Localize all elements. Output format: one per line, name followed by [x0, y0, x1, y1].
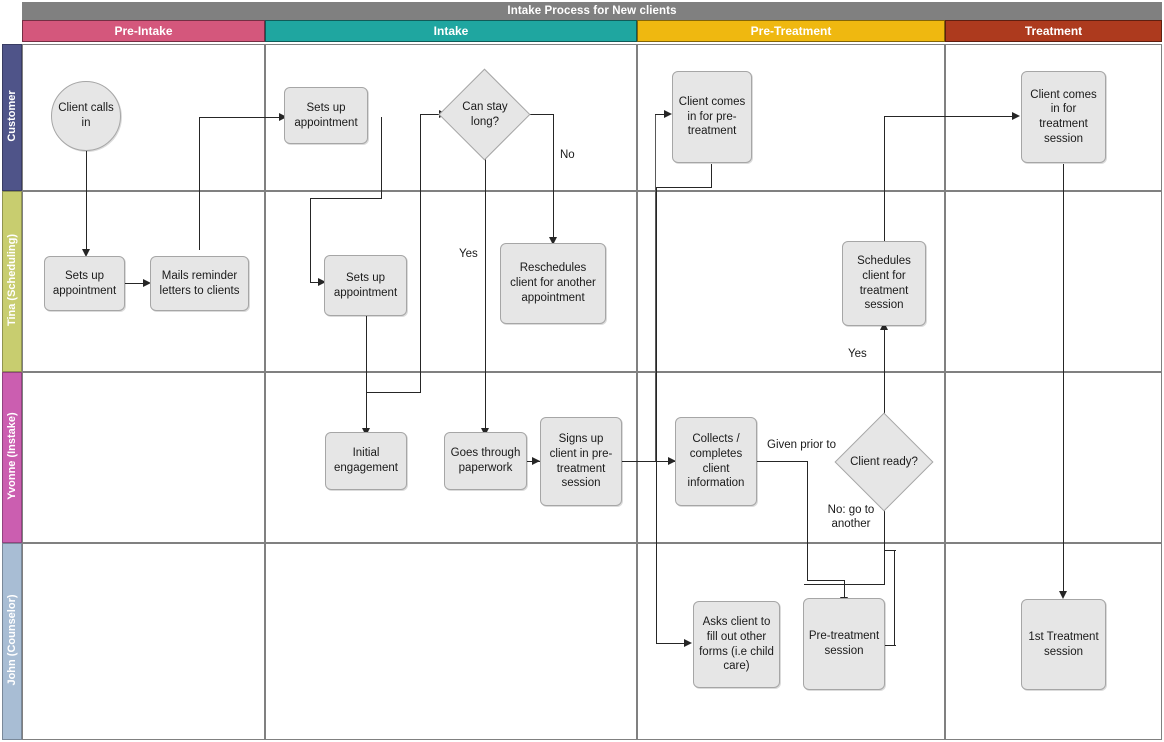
- connector-mails-right: [199, 117, 283, 119]
- edge-label-given-prior-to: Given prior to: [767, 439, 837, 451]
- lane-label: John (Counselor): [6, 593, 18, 686]
- connector-pts-up: [894, 550, 896, 646]
- phase-divider-3: [944, 44, 946, 740]
- node-reschedules-client[interactable]: Reschedules client for another appointme…: [500, 243, 606, 324]
- connector-pretreat-left: [656, 187, 712, 189]
- connector-canstay-no-down: [553, 114, 555, 238]
- lane-label: Tina (Scheduling): [6, 233, 18, 326]
- node-goes-through-paperwork[interactable]: Goes through paperwork: [444, 432, 527, 490]
- node-schedules-client-treatment[interactable]: Schedules client for treatment session: [842, 241, 926, 326]
- node-sets-up-appointment-tina-2[interactable]: Sets up appointment: [324, 255, 407, 316]
- phase-label: Intake: [433, 24, 469, 38]
- phase-label: Pre-Intake: [114, 24, 173, 38]
- connector-collects-down: [807, 461, 809, 581]
- node-signs-up-client[interactable]: Signs up client in pre-treatment session: [540, 417, 622, 506]
- phase-header-pre-treatment: Pre-Treatment: [637, 20, 945, 42]
- node-client-comes-in-treatment[interactable]: Client comes in for treatment session: [1021, 71, 1106, 163]
- arrowhead: [532, 457, 540, 465]
- connector-setsup2-to-initial: [366, 316, 368, 429]
- lane-header-yvonne: Yvonne (Instake): [2, 372, 22, 543]
- node-sets-up-appointment-tina[interactable]: Sets up appointment: [44, 256, 125, 311]
- phase-divider-2: [636, 44, 638, 740]
- connector-treatment-down: [1063, 164, 1065, 592]
- connector-initial-up: [420, 114, 422, 393]
- lane-header-customer: Customer: [2, 44, 22, 191]
- edge-label-yes-can-stay: Yes: [459, 248, 478, 260]
- phase-divider-1: [264, 44, 266, 740]
- phase-label: Treatment: [1024, 24, 1083, 38]
- edge-label-no: No: [560, 149, 575, 161]
- lane-header-tina: Tina (Scheduling): [2, 191, 22, 372]
- node-client-calls-in[interactable]: Client calls in: [51, 81, 121, 151]
- connector-clientready-yes: [884, 328, 886, 418]
- lane-label: Yvonne (Instake): [6, 411, 18, 500]
- phase-header-pre-intake: Pre-Intake: [22, 20, 265, 42]
- arrowhead: [1059, 591, 1067, 599]
- node-sets-up-appointment-customer[interactable]: Sets up appointment: [284, 87, 368, 144]
- connector-callsin-to-setsup: [86, 150, 88, 250]
- swimlane-diagram: Intake Process for New clients Pre-Intak…: [0, 0, 1164, 742]
- arrowhead: [1012, 112, 1020, 120]
- lane-header-john: John (Counselor): [2, 543, 22, 740]
- connector-pretreat-down: [711, 164, 713, 188]
- node-mails-reminder-letters[interactable]: Mails reminder letters to clients: [150, 256, 249, 311]
- phase-header-treatment: Treatment: [945, 20, 1162, 42]
- phase-header-intake: Intake: [265, 20, 637, 42]
- node-first-treatment-session[interactable]: 1st Treatment session: [1021, 599, 1106, 690]
- connector-clientready-no-left: [804, 584, 885, 586]
- lane-body-customer: [22, 44, 1162, 191]
- lane-body-john: [22, 543, 1162, 740]
- connector-schedules-right: [884, 116, 1016, 118]
- connector-cust-setsup-down: [381, 117, 383, 199]
- node-client-comes-in-pre-treatment[interactable]: Client comes in for pre-treatment: [672, 71, 752, 163]
- connector-into-pts: [844, 580, 846, 598]
- connector-collects-right: [757, 461, 808, 463]
- node-pre-treatment-session[interactable]: Pre-treatment session: [803, 598, 885, 690]
- lane-label: Customer: [6, 89, 18, 142]
- connector-cust-setsup-left: [310, 198, 382, 200]
- connector-canstay-yes: [485, 158, 487, 429]
- edge-label-yes-client-ready: Yes: [848, 348, 867, 360]
- node-collects-completes-client-information[interactable]: Collects / completes client information: [675, 417, 757, 506]
- connector-initial-right: [366, 392, 421, 394]
- edge-label-no-go-to-another: No: go to another: [827, 504, 875, 531]
- connector-schedules-up: [884, 116, 886, 243]
- node-asks-client-fill-forms[interactable]: Asks client to fill out other forms (i.e…: [693, 601, 780, 688]
- connector-pts-up-left: [884, 550, 896, 552]
- arrowhead: [684, 639, 692, 647]
- connector-pretreat-down2: [656, 187, 658, 643]
- connector-cust-setsup-down2: [310, 198, 312, 282]
- diagram-title: Intake Process for New clients: [22, 2, 1162, 20]
- arrowhead: [664, 110, 672, 118]
- node-initial-engagement[interactable]: Initial engagement: [325, 432, 407, 490]
- phase-label: Pre-Treatment: [750, 24, 832, 38]
- connector-mails-up: [199, 118, 201, 250]
- connector-collects-to-pts: [807, 580, 845, 582]
- connector-into-clientready: [884, 506, 886, 551]
